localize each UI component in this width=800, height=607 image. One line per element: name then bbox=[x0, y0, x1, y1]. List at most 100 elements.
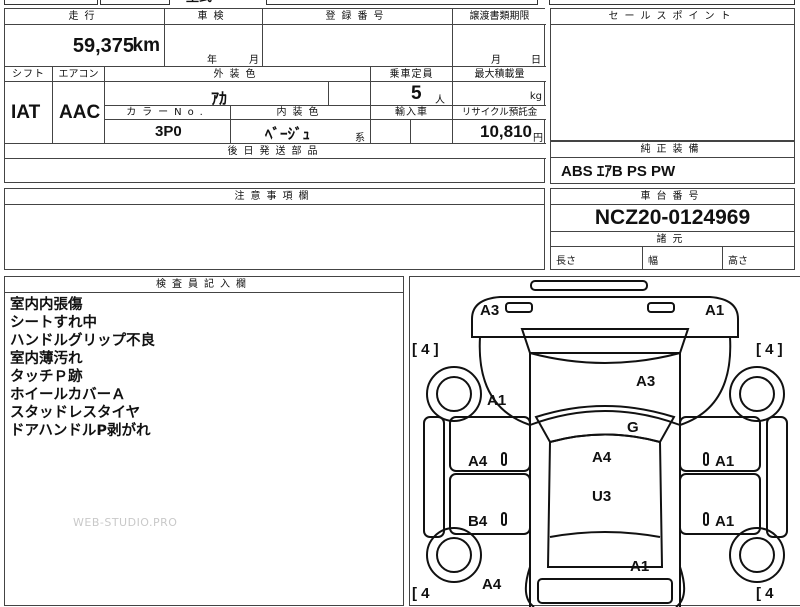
chassis-number: NCZ20-0124969 bbox=[594, 206, 751, 229]
exterior-color-value-cell: ｱｶ bbox=[105, 82, 329, 108]
mark-front-right: A1 bbox=[705, 302, 725, 319]
inspection-year: 年 bbox=[207, 55, 217, 66]
mark-rear-roof: U3 bbox=[592, 488, 612, 505]
transfer-day: 日 bbox=[531, 55, 541, 66]
inspection-value-cell: 年 月 bbox=[165, 25, 263, 67]
recycle-header: リサイクル預託金 bbox=[453, 106, 546, 120]
car-damage-diagram: [ 4 ] [ 4 ] [ 4 [ 4 A3 A1 A1 A3 G A4 A4 … bbox=[409, 276, 800, 607]
import-value-cell-b bbox=[411, 120, 453, 144]
vehicle-info-table: 走行 車検 登録番号 譲渡書類期限 59,375 km 年 月 月 日 シフト … bbox=[4, 8, 546, 183]
car-outline bbox=[423, 280, 788, 607]
mileage-unit: km bbox=[132, 35, 160, 56]
sales-point-header: セールスポイント bbox=[551, 9, 794, 25]
mark-rear-right: A1 bbox=[630, 558, 650, 575]
shift-header: シフト bbox=[5, 67, 53, 82]
color-no-value: 3P0 bbox=[155, 123, 182, 140]
color-no-header: カラーNo. bbox=[105, 106, 231, 120]
recycle-unit: 円 bbox=[533, 133, 543, 144]
capacity-unit: 人 bbox=[435, 95, 445, 106]
recycle-value: 10,810 bbox=[480, 122, 532, 141]
max-load-unit: kg bbox=[529, 91, 542, 102]
transfer-value-cell: 月 日 bbox=[453, 25, 546, 67]
mark-front-door-left: A4 bbox=[468, 453, 488, 470]
tire-mark-rear-left: [ 4 bbox=[412, 585, 430, 602]
inspector-note: 室内内張傷 bbox=[10, 297, 83, 313]
inspector-note: ドアハンドルP剥がれ bbox=[10, 423, 151, 439]
inspector-notes-box: 検査員記入欄 室内内張傷 シートすれ中 ハンドルグリップ不良 室内薄汚れ タッチ… bbox=[4, 276, 404, 606]
dimensions-header: 諸元 bbox=[551, 231, 794, 247]
mileage-value-cell: 59,375 km bbox=[5, 25, 165, 67]
inspector-note: ホイールカバーＡ bbox=[10, 387, 126, 403]
mark-front-left: A3 bbox=[480, 302, 500, 319]
dimension-height-label: 高さ bbox=[728, 256, 748, 267]
shift-value-cell: IAT bbox=[5, 82, 53, 144]
mark-roof: A4 bbox=[592, 449, 612, 466]
exterior-color-blank bbox=[329, 82, 371, 106]
capacity-value: 5 bbox=[411, 83, 422, 104]
mark-quarter-left: A4 bbox=[482, 576, 502, 593]
notes-header: 注意事項欄 bbox=[5, 189, 544, 205]
mileage-value: 59,375 bbox=[72, 35, 134, 57]
color-no-value-cell: 3P0 bbox=[105, 120, 231, 144]
top-cell-2 bbox=[100, 0, 170, 5]
tire-mark-front-left: [ 4 ] bbox=[412, 341, 439, 358]
max-load-value-cell: kg bbox=[453, 82, 546, 106]
interior-color-value-cell: ﾍﾞｰｼﾞｭ 系 bbox=[231, 120, 371, 144]
genuine-equipment-box: 純正装備 ABS ｴｱB PS PW bbox=[550, 141, 795, 184]
shift-value: IAT bbox=[11, 102, 41, 123]
top-row-strip: 型式 bbox=[4, 0, 544, 5]
chassis-box: 車台番号 NCZ20-0124969 諸元 長さ 幅 高さ bbox=[550, 188, 795, 270]
mark-hood: A3 bbox=[636, 373, 656, 390]
import-value-cell-a bbox=[371, 120, 411, 144]
mark-windshield: G bbox=[627, 419, 639, 436]
inspector-notes-header: 検査員記入欄 bbox=[5, 277, 403, 293]
aircon-value: AAC bbox=[59, 102, 101, 123]
top-cell-right bbox=[549, 0, 795, 5]
mark-fender-left: A1 bbox=[487, 392, 507, 409]
interior-color-header: 内装色 bbox=[231, 106, 371, 120]
aircon-value-cell: AAC bbox=[53, 82, 105, 144]
top-cell-3 bbox=[266, 0, 538, 5]
inspector-notes-list: 室内内張傷 シートすれ中 ハンドルグリップ不良 室内薄汚れ タッチＰ跡 ホイール… bbox=[10, 296, 155, 440]
registration-value-cell bbox=[263, 25, 453, 67]
inspector-note: スタッドレスタイヤ bbox=[10, 405, 141, 421]
transfer-month: 月 bbox=[491, 55, 501, 66]
capacity-value-cell: 5 人 bbox=[371, 82, 453, 106]
top-cell-glyph: 型式 bbox=[186, 0, 212, 5]
interior-color-value: ﾍﾞｰｼﾞｭ bbox=[265, 125, 311, 143]
genuine-equipment-value: ABS ｴｱB PS PW bbox=[561, 163, 676, 180]
inspector-note: ハンドルグリップ不良 bbox=[10, 333, 155, 349]
recycle-value-cell: 10,810 円 bbox=[453, 120, 546, 144]
exterior-color-header: 外装色 bbox=[105, 67, 371, 82]
notes-box: 注意事項欄 bbox=[4, 188, 545, 270]
sales-point-box: セールスポイント bbox=[550, 8, 795, 141]
aircon-header: エアコン bbox=[53, 67, 105, 82]
dimension-height-cell: 高さ bbox=[723, 247, 794, 269]
inspector-note: 室内薄汚れ bbox=[10, 351, 83, 367]
top-cell-1 bbox=[4, 0, 98, 5]
later-parts-value bbox=[5, 159, 546, 182]
dimension-width-label: 幅 bbox=[648, 256, 658, 267]
mark-front-door-right: A1 bbox=[715, 453, 735, 470]
later-parts-header: 後日発送部品 bbox=[5, 144, 546, 159]
max-load-header: 最大積載量 bbox=[453, 67, 546, 82]
watermark: WEB-STUDIO.PRO bbox=[73, 516, 178, 529]
capacity-header: 乗車定員 bbox=[371, 67, 453, 82]
chassis-header: 車台番号 bbox=[551, 189, 794, 205]
inspection-month: 月 bbox=[249, 55, 259, 66]
inspector-note: タッチＰ跡 bbox=[10, 369, 83, 385]
import-header: 輸入車 bbox=[371, 106, 453, 120]
transfer-deadline-header: 譲渡書類期限 bbox=[453, 9, 546, 25]
mark-rear-door-right: A1 bbox=[715, 513, 735, 530]
tire-mark-front-right: [ 4 ] bbox=[756, 341, 783, 358]
mileage-header: 走行 bbox=[5, 9, 165, 25]
dimension-length-cell: 長さ bbox=[551, 247, 643, 269]
registration-header: 登録番号 bbox=[263, 9, 453, 25]
genuine-equipment-header: 純正装備 bbox=[551, 142, 794, 158]
dimension-width-cell: 幅 bbox=[643, 247, 723, 269]
inspection-header: 車検 bbox=[165, 9, 263, 25]
mark-rear-door-left: B4 bbox=[468, 513, 488, 530]
inspector-note: シートすれ中 bbox=[10, 315, 97, 331]
interior-color-suffix: 系 bbox=[355, 133, 365, 144]
tire-mark-rear-right: [ 4 bbox=[756, 585, 774, 602]
